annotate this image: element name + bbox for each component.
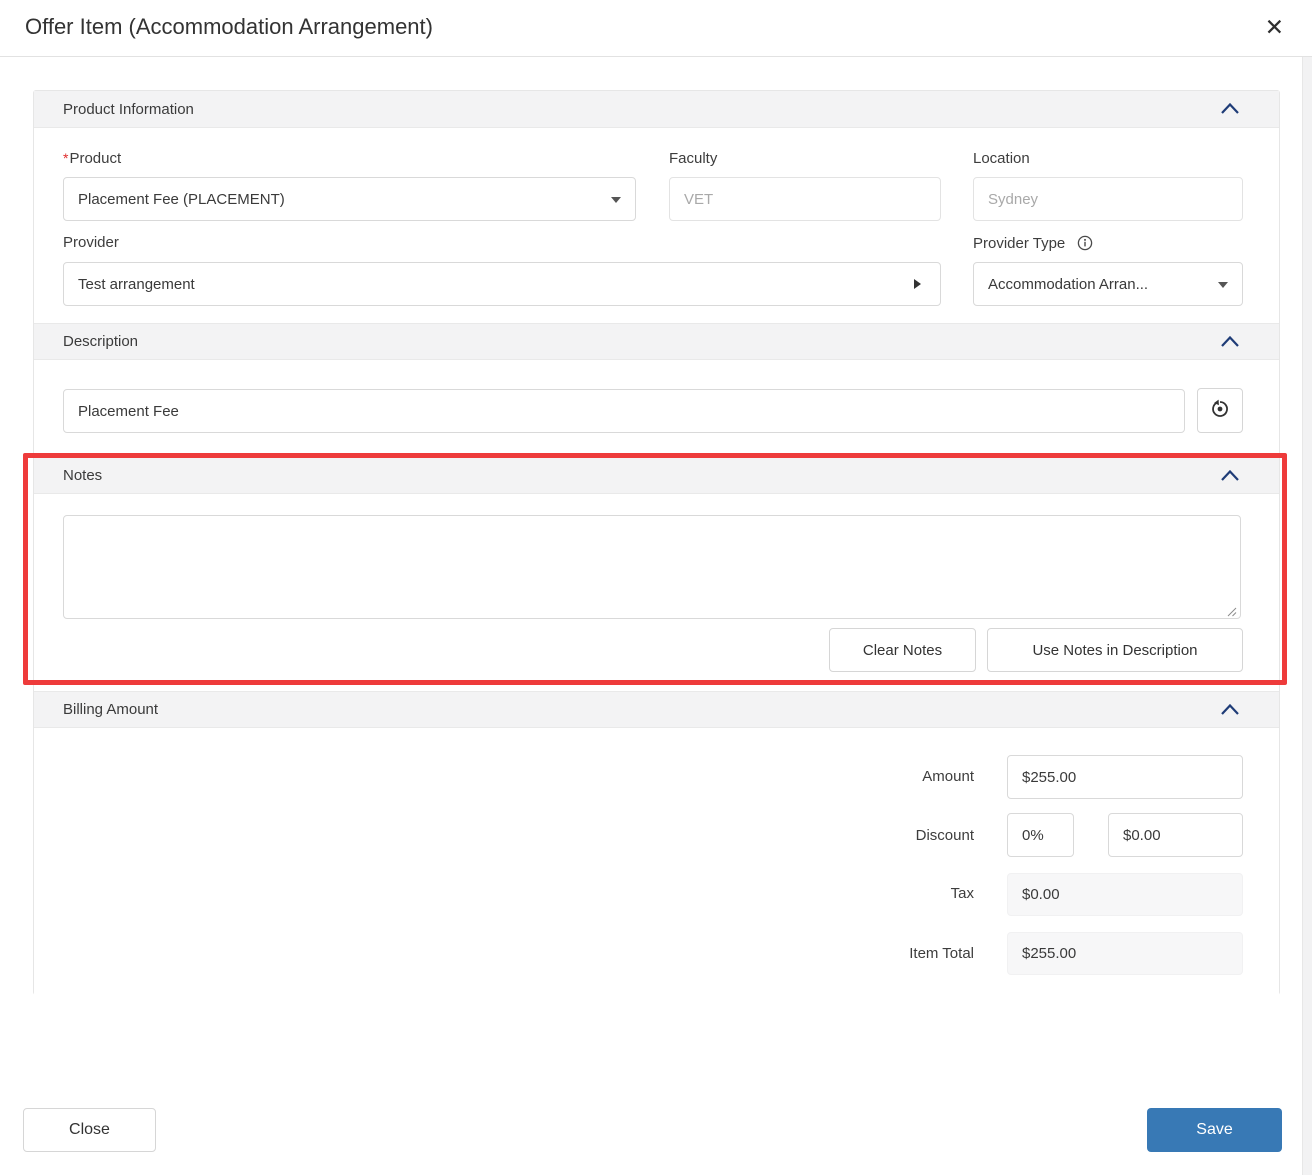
provider-type-select[interactable] [973,262,1243,306]
collapse-chevron-icon[interactable] [1221,102,1239,116]
restore-icon [1209,398,1231,423]
provider-type-label: Provider Type [973,234,1093,252]
use-notes-in-description-button[interactable]: Use Notes in Description [987,628,1243,672]
section-notes: Notes Clear Notes Use Notes in Descripti… [34,457,1279,691]
discount-percent-input[interactable] [1007,813,1074,857]
description-header: Description [34,323,1279,360]
collapse-chevron-icon[interactable] [1221,469,1239,483]
restore-description-button[interactable] [1197,388,1243,433]
product-label: *Product [63,150,121,167]
discount-amount-input[interactable] [1108,813,1243,857]
notes-body: Clear Notes Use Notes in Description [34,494,1279,691]
description-body [34,360,1279,457]
description-title: Description [63,333,138,350]
collapse-chevron-icon[interactable] [1221,703,1239,717]
modal-header: Offer Item (Accommodation Arrangement) ✕ [0,0,1312,57]
item-total-value: $255.00 [1007,932,1243,975]
chevron-right-icon [914,279,921,289]
provider-label: Provider [63,234,119,251]
faculty-field [669,177,941,221]
required-asterisk: * [63,150,68,166]
location-label: Location [973,150,1030,167]
section-product-information: Product Information *Product Faculty Loc… [34,91,1279,323]
section-billing-amount: Billing Amount Amount Discount Tax $0.00… [34,691,1279,996]
billing-amount-header: Billing Amount [34,691,1279,728]
product-select[interactable] [63,177,636,221]
tax-value: $0.00 [1007,873,1243,916]
info-icon[interactable] [1077,235,1093,253]
notes-header: Notes [34,457,1279,494]
product-information-header: Product Information [34,91,1279,128]
billing-amount-body: Amount Discount Tax $0.00 Item Total $25… [34,728,1279,996]
item-total-label: Item Total [774,945,974,962]
scrollbar-track[interactable] [1302,57,1312,1175]
location-field [973,177,1243,221]
tax-label: Tax [774,885,974,902]
discount-label: Discount [774,827,974,844]
billing-amount-title: Billing Amount [63,701,158,718]
chevron-down-icon [611,197,621,203]
faculty-label: Faculty [669,150,717,167]
provider-select[interactable] [63,262,941,306]
save-button[interactable]: Save [1147,1108,1282,1152]
notes-title: Notes [63,467,102,484]
offer-item-form: Product Information *Product Faculty Loc… [33,90,1280,995]
notes-textarea[interactable] [63,515,1241,619]
close-button[interactable]: Close [23,1108,156,1152]
chevron-down-icon [1218,282,1228,288]
amount-input[interactable] [1007,755,1243,799]
product-information-title: Product Information [63,101,194,118]
product-information-body: *Product Faculty Location Provider Provi… [34,128,1279,323]
clear-notes-button[interactable]: Clear Notes [829,628,976,672]
amount-label: Amount [774,768,974,785]
collapse-chevron-icon[interactable] [1221,335,1239,349]
close-icon[interactable]: ✕ [1265,11,1284,43]
section-description: Description [34,323,1279,457]
modal-title: Offer Item (Accommodation Arrangement) [25,14,433,40]
description-input[interactable] [63,389,1185,433]
